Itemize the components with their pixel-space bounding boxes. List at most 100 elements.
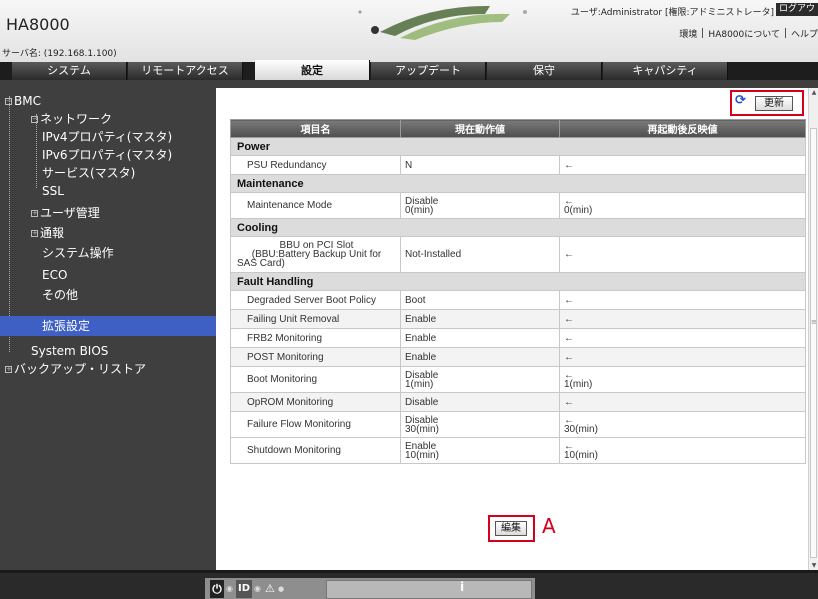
scroll-down-icon[interactable]: ▼ [810,562,818,569]
annotation-label: A [542,514,556,538]
sidebar-item-ipv6[interactable]: IPv6プロパティ(マスタ) [0,146,216,164]
section-header-power: Power [230,137,806,156]
power-led-icon: ◉ [226,584,233,593]
sidebar-item-notification[interactable]: + 通報 [0,224,216,242]
item-name: PSU Redundancy [230,155,401,175]
sidebar-item-other[interactable]: その他 [0,286,216,304]
next-value: ← [559,236,806,273]
environment-link[interactable]: 環境 [679,30,697,40]
header: HA8000 サーバ名: (192.168.1.100) ユーザ:Adminis… [0,0,818,62]
next-value: ← [559,309,806,329]
current-value: Not-Installed [400,236,560,273]
value-line: 10(min) [564,449,598,461]
current-value: Disable [400,392,560,412]
sidebar-item-system-bios[interactable]: System BIOS [0,342,216,360]
next-value: ← 30(min) [559,411,806,438]
settings-table: 項目名 現在動作値 再起動後反映値 Power PSU Redundancy N… [230,119,806,464]
about-link[interactable]: HA8000について [708,30,780,40]
sidebar-item-system-operation[interactable]: システム操作 [0,244,216,262]
sidebar-item-ssl[interactable]: SSL [0,182,216,200]
table-row: Shutdown Monitoring Enable 10(min) ← 10(mi… [230,437,806,464]
item-name: OpROM Monitoring [230,392,401,412]
value-line: 10(min) [405,449,439,461]
sidebar-item-bmc[interactable]: − BMC [0,92,216,110]
next-value: ← [559,155,806,175]
current-value: Disable 1(min) [400,366,560,393]
sidebar-item-label: ユーザ管理 [40,206,100,220]
sidebar-item-extended-settings[interactable]: 拡張設定 [0,316,216,336]
table-row: Degraded Server Boot Policy Boot ← [230,290,806,310]
next-value: ← 10(min) [559,437,806,464]
info-panel[interactable] [326,580,532,599]
current-value: Enable [400,309,560,329]
user-info: ユーザ:Administrator [権限:アドミニストレータ] [570,8,774,18]
next-value: ← [559,347,806,367]
column-header-item: 項目名 [230,119,401,138]
item-name: POST Monitoring [230,347,401,367]
item-name: Failure Flow Monitoring [230,411,401,438]
refresh-icon[interactable]: ⟳ [735,93,746,108]
sidebar-item-label: バックアップ・リストア [14,362,147,376]
refresh-button[interactable]: 更新 [755,96,793,111]
expand-icon[interactable]: + [31,210,38,217]
tab-settings[interactable]: 設定 [255,60,370,80]
help-link[interactable]: ヘルプ [791,30,818,40]
sidebar-item-ipv4[interactable]: IPv4プロパティ(マスタ) [0,128,216,146]
column-header-current: 現在動作値 [400,119,560,138]
scroll-thumb[interactable] [810,128,817,558]
main-tabs: システム リモートアクセス 設定 アップデート 保守 キャパシティ [0,60,818,80]
table-row: Maintenance Mode Disable 0(min) ← 0(min) [230,192,806,219]
expand-icon[interactable]: + [5,366,12,373]
table-row: OpROM Monitoring Disable ← [230,392,806,412]
edit-button[interactable]: 編集 [495,521,527,536]
power-icon[interactable]: ⏻ [210,580,224,598]
sidebar-item-network[interactable]: − ネットワーク [0,110,216,128]
expand-icon[interactable]: + [31,230,38,237]
table-row: Failing Unit Removal Enable ← [230,309,806,329]
value-line: 0(min) [405,204,434,216]
sidebar-item-service[interactable]: サービス(マスタ) [0,164,216,182]
header-links: 環境 HA8000について ヘルプ [679,27,818,40]
vertical-scrollbar[interactable]: ▲ ≡ ▼ [808,88,818,570]
current-value: Boot [400,290,560,310]
tab-system[interactable]: システム [12,62,127,80]
tab-maintenance[interactable]: 保守 [487,62,602,80]
value-line: 30(min) [405,423,439,435]
tab-remote-access[interactable]: リモートアクセス [128,62,243,80]
item-name: Failing Unit Removal [230,309,401,329]
value-line: 1(min) [564,378,593,390]
item-name: BBU on PCI Slot (BBU:Battery Backup Unit … [230,236,401,273]
warning-icon[interactable]: ⚠ [265,580,275,598]
sidebar: − BMC − ネットワーク IPv4プロパティ(マスタ) IPv6プロパティ(マス… [0,80,216,570]
tab-capacity[interactable]: キャパシティ [603,62,728,80]
current-value: Enable 10(min) [400,437,560,464]
next-value: ← 0(min) [559,192,806,219]
sidebar-item-label: ネットワーク [40,112,113,126]
section-header-cooling: Cooling [230,218,806,237]
table-row: Boot Monitoring Disable 1(min) ← 1(min) [230,366,806,393]
id-icon[interactable]: ID [236,580,252,598]
table-row: BBU on PCI Slot (BBU:Battery Backup Unit … [230,236,806,273]
next-value: ← [559,328,806,348]
sidebar-item-label: 通報 [40,226,65,240]
table-row: Failure Flow Monitoring Disable 30(min) ←… [230,411,806,438]
value-line: 30(min) [564,423,598,435]
item-line: SAS Card) [237,258,285,269]
current-value: Disable 0(min) [400,192,560,219]
tab-update[interactable]: アップデート [371,62,486,80]
server-name: サーバ名: (192.168.1.100) [2,49,117,59]
sidebar-item-backup-restore[interactable]: + バックアップ・リストア [0,360,216,378]
collapse-icon[interactable]: − [31,116,38,123]
column-header-after-reboot: 再起動後反映値 [559,119,806,138]
scroll-up-icon[interactable]: ▲ [810,89,818,96]
logout-button[interactable]: ログアウト [776,3,818,16]
collapse-icon[interactable]: − [5,98,12,105]
product-name: HA8000 [6,15,70,34]
info-icon[interactable]: i [460,580,464,594]
item-name: Maintenance Mode [230,192,401,219]
sidebar-item-eco[interactable]: ECO [0,266,216,284]
current-value: Enable [400,328,560,348]
table-row: PSU Redundancy N ← [230,155,806,175]
table-row: POST Monitoring Enable ← [230,347,806,367]
sidebar-item-user-management[interactable]: + ユーザ管理 [0,204,216,222]
